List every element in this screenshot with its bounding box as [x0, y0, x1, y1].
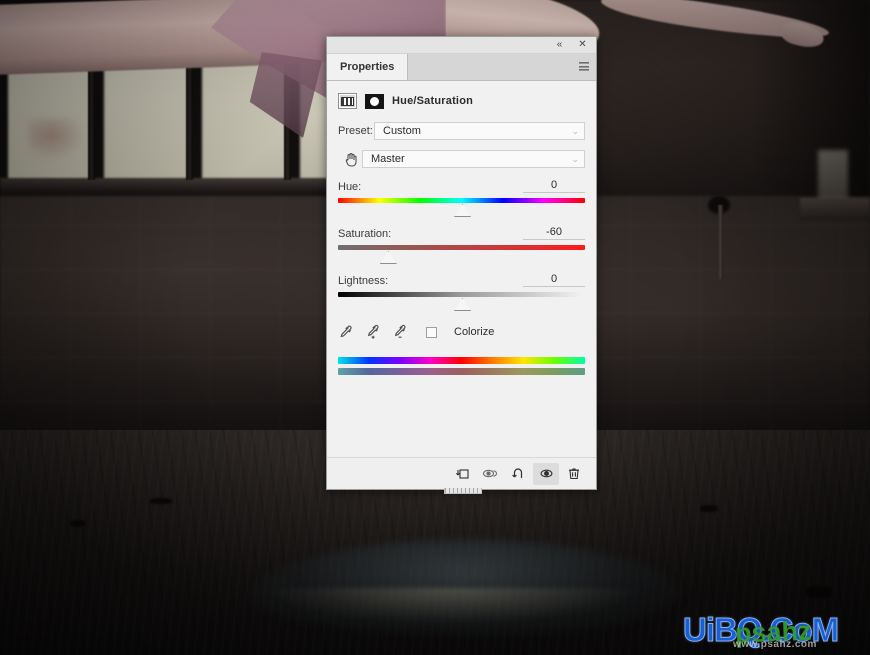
- chevron-down-icon: ⌄: [571, 125, 579, 136]
- chevron-down-icon: ⌄: [571, 153, 579, 164]
- properties-panel: « ✕ Properties Hue/Saturation Preset: Cu…: [326, 36, 597, 494]
- saturation-value-field[interactable]: -60: [523, 226, 585, 240]
- layer-mask-icon[interactable]: [365, 93, 384, 109]
- close-panel-icon[interactable]: ✕: [576, 39, 589, 51]
- lightness-label: Lightness:: [338, 275, 389, 287]
- panel-footer-toolbar: [327, 457, 596, 489]
- colorize-label: Colorize: [454, 326, 495, 338]
- lightness-slider-handle[interactable]: [454, 298, 471, 311]
- preset-row: Preset: Custom ⌄: [338, 122, 585, 140]
- hue-slider-handle[interactable]: [454, 204, 471, 217]
- eyedropper-add-icon[interactable]: [365, 324, 381, 340]
- toggle-visibility-button[interactable]: [533, 462, 559, 485]
- lightness-slider[interactable]: [338, 290, 585, 311]
- adjustment-preset-icon[interactable]: [338, 93, 357, 109]
- lightness-value-field[interactable]: 0: [523, 273, 585, 287]
- saturation-label: Saturation:: [338, 228, 392, 240]
- hue-track: [338, 198, 585, 203]
- collapse-panel-icon[interactable]: «: [553, 39, 566, 51]
- color-spectrum-bars: [338, 357, 585, 375]
- view-previous-state-button[interactable]: [477, 463, 503, 485]
- panel-resize-grip[interactable]: [443, 488, 482, 494]
- adjustment-header: Hue/Saturation: [338, 93, 585, 109]
- reset-button[interactable]: [505, 463, 531, 485]
- saturation-slider-block: Saturation: -60: [338, 226, 585, 264]
- tab-properties[interactable]: Properties: [327, 54, 409, 80]
- panel-title-bar: « ✕: [327, 37, 596, 54]
- saturation-slider-handle[interactable]: [379, 251, 397, 264]
- preset-dropdown[interactable]: Custom ⌄: [374, 122, 585, 140]
- eyedropper-icon[interactable]: [338, 324, 354, 340]
- preset-value: Custom: [383, 125, 421, 137]
- clip-to-layer-button[interactable]: [449, 463, 475, 485]
- panel-menu-icon[interactable]: [579, 62, 589, 71]
- saturation-track: [338, 245, 585, 250]
- hue-slider[interactable]: [338, 196, 585, 217]
- hand-grab-cursor-icon: [340, 149, 362, 169]
- watermark-subtext: www.psahz.com: [733, 639, 817, 650]
- saturation-slider[interactable]: [338, 243, 585, 264]
- channel-value: Master: [371, 153, 405, 165]
- spectrum-bar-output: [338, 368, 585, 375]
- spectrum-bar-input: [338, 357, 585, 364]
- eyedropper-row: Colorize: [338, 324, 585, 340]
- saturation-slider-header: Saturation: -60: [338, 226, 585, 240]
- channel-dropdown[interactable]: Master ⌄: [362, 150, 585, 168]
- eyedropper-subtract-icon[interactable]: [392, 324, 408, 340]
- lightness-track: [338, 292, 585, 297]
- hue-slider-header: Hue: 0: [338, 179, 585, 193]
- watermark: UiBQ.CoM psahz www.psahz.com: [682, 611, 863, 653]
- hue-label: Hue:: [338, 181, 362, 193]
- lightness-slider-block: Lightness: 0: [338, 273, 585, 311]
- lightness-slider-header: Lightness: 0: [338, 273, 585, 287]
- colorize-checkbox[interactable]: [426, 326, 437, 338]
- hue-slider-block: Hue: 0: [338, 179, 585, 217]
- tab-properties-label: Properties: [340, 61, 395, 73]
- delete-adjustment-button[interactable]: [561, 463, 587, 485]
- channel-row: Master ⌄: [338, 149, 585, 169]
- panel-tab-strip: Properties: [327, 54, 596, 81]
- hue-value-field[interactable]: 0: [523, 179, 585, 193]
- adjustment-title: Hue/Saturation: [392, 95, 474, 107]
- panel-body: Hue/Saturation Preset: Custom ⌄ Master ⌄: [327, 81, 596, 375]
- preset-label: Preset:: [338, 125, 373, 137]
